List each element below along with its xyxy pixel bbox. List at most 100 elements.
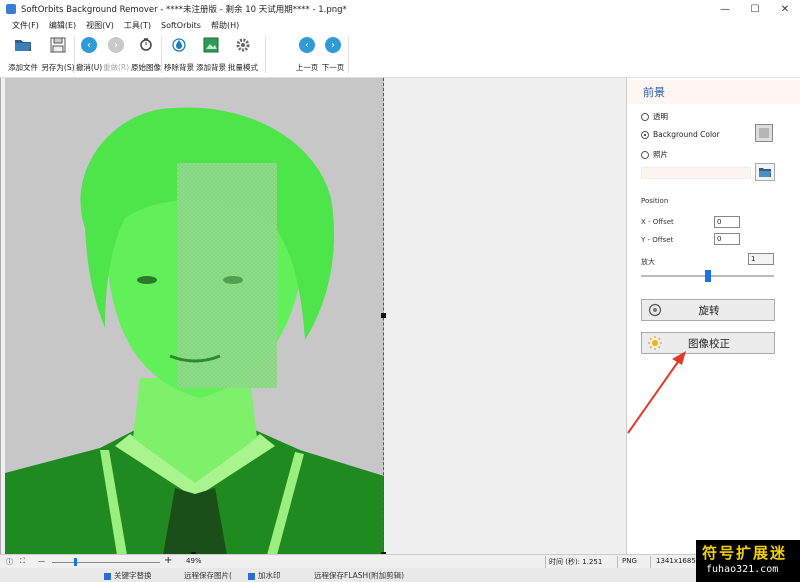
- status-divider: [650, 556, 651, 568]
- radio-photo[interactable]: [641, 150, 649, 159]
- bg-option-2: 远程保存图片(: [184, 571, 232, 580]
- add-file-button[interactable]: 添加文件: [8, 33, 38, 77]
- save-icon: [49, 36, 67, 54]
- original-image-button[interactable]: 原始图像: [131, 33, 161, 77]
- color-picker-button[interactable]: [755, 124, 773, 142]
- annotation-arrow: [627, 351, 686, 434]
- radio-transparent[interactable]: [641, 112, 649, 121]
- folder-icon: [759, 168, 771, 177]
- menu-help[interactable]: 帮助(H): [211, 20, 239, 31]
- y-offset-input[interactable]: 0: [714, 233, 740, 245]
- add-background-label: 添加背景: [196, 63, 226, 72]
- zoom-label: 放大: [641, 258, 655, 266]
- image-format: PNG: [622, 557, 637, 565]
- batch-mode-button[interactable]: 批量模式: [228, 33, 258, 77]
- window-title: SoftOrbits Background Remover - ****未注册版…: [21, 5, 347, 15]
- add-background-button[interactable]: 添加背景: [196, 33, 226, 77]
- checkbox-icon: [104, 572, 111, 580]
- zoom-out-button[interactable]: —: [38, 557, 45, 565]
- arrow-right-icon: ›: [108, 37, 124, 53]
- photo-option[interactable]: 照片: [641, 149, 668, 160]
- photo-label: 照片: [653, 150, 668, 159]
- background-color-option[interactable]: Background Color: [641, 130, 720, 139]
- remove-background-button[interactable]: 移除背景: [164, 33, 194, 77]
- resize-handle[interactable]: [381, 313, 386, 318]
- background-window-strip: 关键字替换 远程保存图片( 加水印 远程保存FLASH(附加剪辑): [0, 568, 800, 582]
- zoom-in-button[interactable]: +: [164, 555, 172, 566]
- watermark-url: fuhao321.com: [706, 564, 779, 575]
- chevron-right-icon: ›: [325, 37, 341, 53]
- toolbar-divider: [265, 37, 266, 73]
- transparent-option[interactable]: 透明: [641, 111, 668, 122]
- zoom-slider-thumb[interactable]: [704, 270, 711, 282]
- color-swatch: [759, 128, 769, 138]
- toolbar-divider: [161, 37, 162, 73]
- x-offset-input[interactable]: 0: [714, 216, 740, 228]
- settings-panel: 前景 透明 Background Color 照片 Position X - O…: [626, 78, 800, 554]
- gear-icon: [234, 36, 252, 54]
- rotate-button[interactable]: 旋转: [641, 299, 775, 321]
- undo-button[interactable]: ‹ 撤消(U): [75, 33, 103, 77]
- image-dimensions: 1341x1685: [656, 557, 696, 565]
- add-file-label: 添加文件: [8, 63, 38, 72]
- menu-bar: 文件(F) 编辑(E) 视图(V) 工具(T) SoftOrbits 帮助(H): [0, 18, 800, 33]
- save-as-label: 另存为(S): [41, 63, 75, 72]
- panel-header: 前景: [627, 80, 800, 104]
- remove-background-label: 移除背景: [164, 63, 194, 72]
- position-label: Position: [641, 197, 669, 205]
- background-color-label: Background Color: [653, 130, 720, 139]
- undo-label: 撤消(U): [75, 63, 103, 72]
- zoom-thumb[interactable]: [74, 558, 77, 566]
- menu-softorbits[interactable]: SoftOrbits: [161, 21, 201, 30]
- x-offset-label: X - Offset: [641, 218, 674, 226]
- toolbar-divider: [348, 37, 349, 73]
- next-page-button[interactable]: › 下一页: [321, 33, 345, 77]
- toolbar: 添加文件 另存为(S) ‹ 撤消(U) › 重做(R) 原始图像 移除背景 添加…: [0, 33, 800, 78]
- chevron-left-icon: ‹: [299, 37, 315, 53]
- folder-open-icon: [14, 36, 32, 54]
- browse-photo-button[interactable]: [755, 163, 775, 181]
- bg-option-4: 远程保存FLASH(附加剪辑): [314, 571, 405, 580]
- rotate-label: 旋转: [698, 304, 720, 317]
- preview-image[interactable]: [5, 78, 384, 555]
- status-bar: ⓘ ⛶ — + 49% 时间 (秒): 1.251 PNG 1341x1685: [0, 554, 800, 568]
- menu-tools[interactable]: 工具(T): [124, 20, 151, 31]
- title-bar: SoftOrbits Background Remover - ****未注册版…: [0, 0, 800, 18]
- minimize-button[interactable]: —: [710, 0, 740, 18]
- menu-file[interactable]: 文件(F): [12, 20, 39, 31]
- original-image-label: 原始图像: [131, 63, 161, 72]
- info-icon[interactable]: ⓘ: [6, 557, 13, 567]
- site-watermark: 符号扩展迷 fuhao321.com: [696, 540, 800, 582]
- rotate-icon: [648, 303, 662, 317]
- next-page-label: 下一页: [321, 63, 345, 72]
- transparent-label: 透明: [653, 112, 668, 121]
- save-as-button[interactable]: 另存为(S): [40, 33, 76, 77]
- maximize-button[interactable]: ☐: [740, 0, 770, 18]
- previous-page-button[interactable]: ‹ 上一页: [295, 33, 319, 77]
- previous-page-label: 上一页: [295, 63, 319, 72]
- zoom-track[interactable]: [52, 562, 160, 563]
- photo-path-input[interactable]: [641, 167, 751, 179]
- zoom-percent: 49%: [186, 557, 202, 565]
- arrow-left-icon: ‹: [81, 37, 97, 53]
- fit-window-icon[interactable]: ⛶: [20, 557, 25, 566]
- status-divider: [617, 556, 618, 568]
- app-icon: [6, 4, 16, 14]
- y-offset-label: Y - Offset: [641, 236, 674, 244]
- menu-edit[interactable]: 编辑(E): [49, 20, 76, 31]
- redo-label: 重做(R): [102, 63, 130, 72]
- image-canvas[interactable]: [0, 78, 626, 557]
- processing-time: 时间 (秒): 1.251: [549, 558, 603, 566]
- bulb-icon: [137, 36, 155, 54]
- menu-view[interactable]: 视图(V): [86, 20, 114, 31]
- status-divider: [545, 556, 546, 568]
- zoom-value-input[interactable]: 1: [748, 253, 774, 265]
- redo-button[interactable]: › 重做(R): [103, 33, 129, 77]
- batch-mode-label: 批量模式: [228, 63, 258, 72]
- image-icon: [202, 36, 220, 54]
- bg-option-1: 关键字替换: [104, 570, 152, 581]
- close-button[interactable]: ✕: [770, 0, 800, 18]
- radio-background-color[interactable]: [641, 130, 649, 139]
- watermark-title: 符号扩展迷: [702, 544, 788, 562]
- bg-option-3: 加水印: [248, 570, 281, 581]
